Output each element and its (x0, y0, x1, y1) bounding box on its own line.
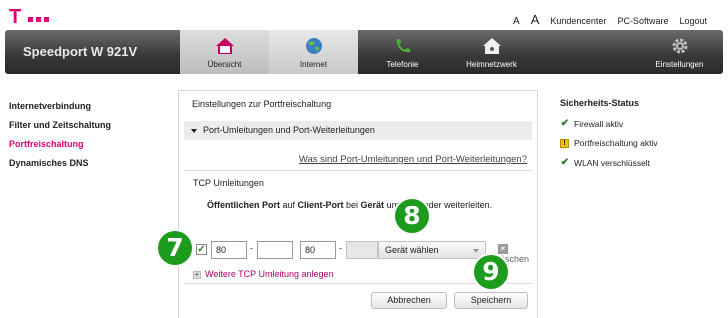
home-network-icon (482, 38, 501, 54)
status-text: WLAN verschlüsselt (574, 157, 651, 168)
tab-label: Telefonie (386, 60, 419, 69)
desc-text: bei (343, 200, 361, 210)
sidebar-item-dns[interactable]: Dynamisches DNS (9, 154, 111, 173)
tcp-section-title: TCP Umleitungen (193, 178, 264, 188)
status-item: ! Portfreischaltung aktiv (560, 138, 658, 148)
desc-client-port: Client-Port (297, 200, 344, 210)
rule-active-checkbox[interactable]: ✓ (196, 244, 207, 255)
public-port-from-input[interactable]: 80 (211, 241, 247, 259)
collapse-triangle-icon (191, 128, 197, 133)
tab-telefonie[interactable]: Telefonie (358, 30, 447, 74)
tab-label: Heimnetzwerk (466, 60, 517, 69)
logout-link[interactable]: Logout (679, 16, 707, 26)
tab-label: Internet (299, 60, 328, 69)
logo-dot (28, 17, 33, 22)
main-navbar: Speedport W 921V Übersicht Internet Tele… (5, 30, 723, 74)
close-icon: × (498, 244, 508, 254)
desc-device: Gerät (360, 200, 385, 210)
check-icon: ✔ (560, 118, 570, 129)
check-icon: ✔ (560, 157, 570, 168)
kundencenter-link[interactable]: Kundencenter (550, 16, 606, 26)
phone-icon (396, 39, 410, 53)
add-tcp-rule-link[interactable]: + Weitere TCP Umleitung anlegen (193, 269, 334, 279)
font-larger-link[interactable]: A (531, 12, 540, 27)
chevron-down-icon (473, 249, 479, 253)
sidebar-item-internetverbindung[interactable]: Internetverbindung (9, 97, 111, 116)
divider (184, 170, 532, 171)
tab-heimnetzwerk[interactable]: Heimnetzwerk (447, 30, 536, 74)
client-port-to-input[interactable] (346, 241, 378, 259)
range-dash: - (339, 243, 342, 253)
top-links: A A Kundencenter PC-Software Logout (513, 12, 707, 27)
public-port-to-input[interactable] (257, 241, 293, 259)
status-text: Firewall aktiv (574, 118, 624, 129)
pc-software-link[interactable]: PC-Software (617, 16, 668, 26)
help-link[interactable]: Was sind Port-Umleitungen und Port-Weite… (299, 154, 527, 165)
device-name: Speedport W 921V (23, 44, 138, 59)
device-select[interactable]: Gerät wählen (378, 241, 486, 259)
globe-icon (305, 38, 322, 54)
logo-dot (36, 17, 41, 22)
sidebar-item-portfreischaltung[interactable]: Portfreischaltung (9, 135, 111, 154)
tab-label: Einstellungen (655, 60, 704, 69)
add-link-label: Weitere TCP Umleitung anlegen (205, 269, 334, 279)
client-port-from-input[interactable]: 80 (300, 241, 336, 259)
section-header[interactable]: Port-Umleitungen und Port-Weiterleitunge… (184, 121, 532, 140)
security-status-title: Sicherheits-Status (560, 98, 640, 108)
security-status: Sicherheits-Status ✔ Firewall aktiv ! Port… (560, 98, 658, 177)
save-button[interactable]: Speichern (454, 292, 528, 309)
desc-text: auf (280, 200, 298, 210)
sidebar-item-filter[interactable]: Filter und Zeitschaltung (9, 116, 111, 135)
tab-einstellungen[interactable]: Einstellungen (635, 30, 724, 74)
status-text: Portfreischaltung aktiv (574, 138, 658, 148)
status-item: ✔ WLAN verschlüsselt (560, 157, 658, 168)
font-smaller-link[interactable]: A (513, 16, 520, 27)
desc-public-port: Öffentlichen Port (207, 200, 281, 210)
plus-icon: + (193, 270, 201, 279)
tcp-description: Öffentlichen Port auf Client-Port bei Ge… (207, 200, 492, 210)
panel-title: Einstellungen zur Portfreischaltung (192, 99, 332, 109)
cancel-button[interactable]: Abbrechen (371, 292, 447, 309)
desc-text: oder weiterleiten. (421, 200, 493, 210)
section-title: Port-Umleitungen und Port-Weiterleitunge… (203, 125, 375, 135)
tab-internet[interactable]: Internet (269, 30, 358, 74)
router-ui: T A A Kundencenter PC-Software Logout Sp… (0, 0, 728, 318)
logo-dot (44, 17, 49, 22)
tab-label: Übersicht (207, 60, 242, 69)
step-badge-8: 8 (395, 199, 429, 233)
device-select-value: Gerät wählen (385, 245, 439, 255)
range-dash: - (250, 243, 253, 253)
logo-letter: T (9, 6, 22, 28)
step-badge-7: 7 (158, 231, 192, 265)
house-icon (215, 38, 234, 54)
tab-uebersicht[interactable]: Übersicht (180, 30, 269, 74)
sidebar: Internetverbindung Filter und Zeitschalt… (9, 97, 111, 173)
warning-icon: ! (560, 138, 569, 148)
status-item: ✔ Firewall aktiv (560, 118, 658, 129)
gear-icon (672, 38, 687, 54)
step-badge-9: 9 (474, 255, 508, 289)
